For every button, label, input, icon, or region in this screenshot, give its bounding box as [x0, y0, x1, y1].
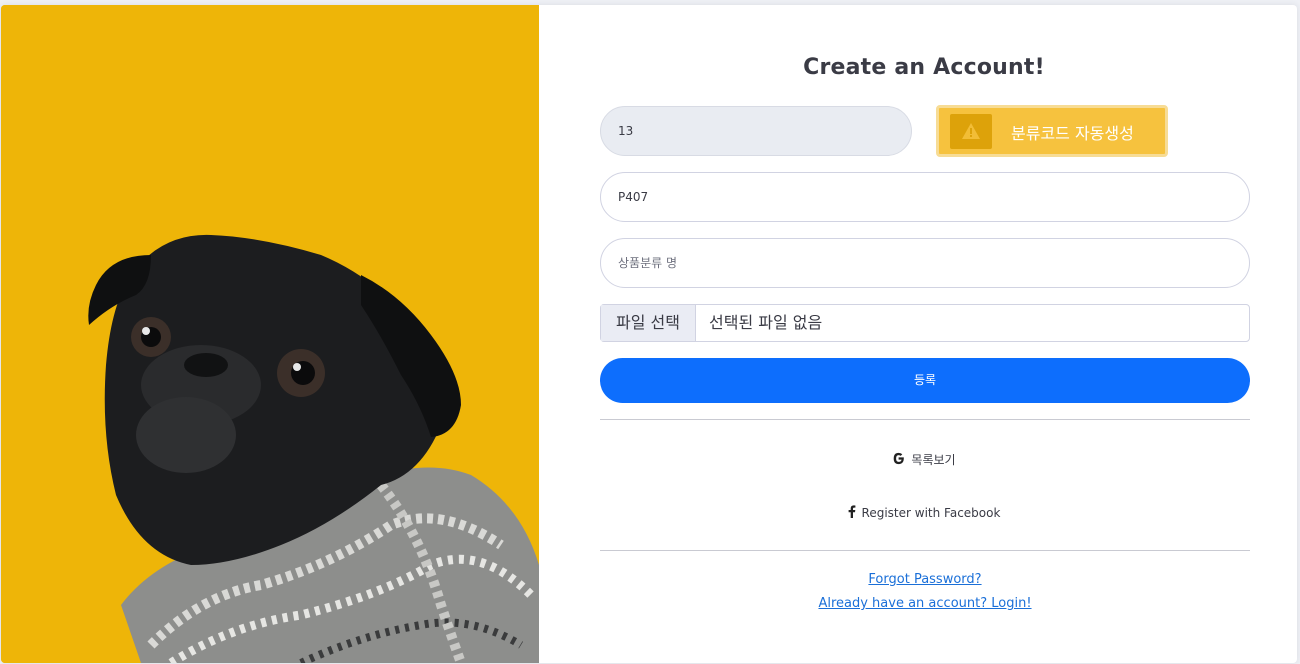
page-title: Create an Account! — [803, 55, 1045, 80]
facebook-f-icon — [848, 505, 856, 521]
form-panel: Create an Account! 13 분류코드 자동생성 P407 상품분… — [539, 5, 1297, 663]
facebook-register-link[interactable]: Register with Facebook — [539, 505, 1297, 521]
category-number-value: 13 — [618, 124, 634, 138]
pug-image — [1, 5, 539, 663]
register-card: Create an Account! 13 분류코드 자동생성 P407 상품분… — [1, 5, 1297, 663]
generate-code-button[interactable]: 분류코드 자동생성 — [936, 105, 1168, 157]
warning-icon — [950, 114, 992, 149]
divider — [600, 419, 1250, 420]
divider — [600, 550, 1250, 551]
google-list-label: 목록보기 — [911, 453, 956, 467]
file-choose-button[interactable]: 파일 선택 — [601, 305, 696, 341]
google-list-link[interactable]: 목록보기 — [539, 451, 1297, 468]
category-name-placeholder: 상품분류 명 — [618, 256, 678, 270]
category-code-value: P407 — [618, 190, 649, 204]
category-name-input[interactable]: 상품분류 명 — [600, 238, 1250, 288]
google-g-icon — [892, 452, 905, 468]
forgot-password-link[interactable]: Forgot Password? — [539, 572, 1297, 587]
file-input[interactable]: 파일 선택 선택된 파일 없음 — [600, 304, 1250, 342]
submit-button[interactable]: 등록 — [600, 358, 1250, 403]
generate-code-label: 분류코드 자동생성 — [1011, 124, 1134, 143]
category-code-field[interactable]: P407 — [600, 172, 1250, 222]
category-number-field[interactable]: 13 — [600, 106, 912, 156]
login-link[interactable]: Already have an account? Login! — [539, 596, 1297, 611]
file-name-text: 선택된 파일 없음 — [709, 313, 823, 332]
facebook-register-label: Register with Facebook — [861, 506, 1001, 520]
